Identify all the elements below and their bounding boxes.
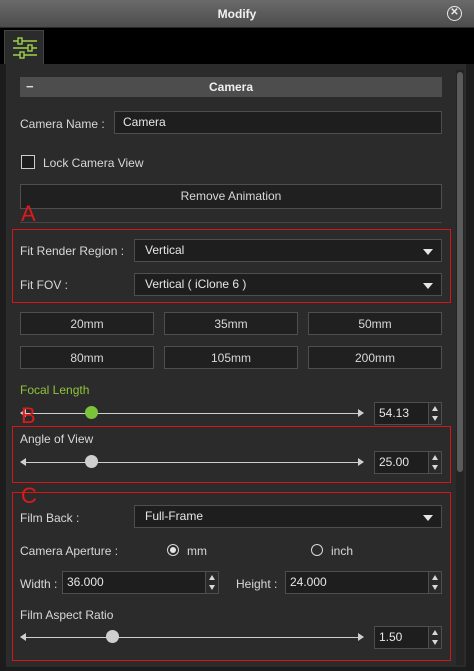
fit-render-region-dropdown[interactable]: Vertical [134, 239, 442, 262]
aperture-inch-radio[interactable] [311, 544, 323, 556]
width-value: 36.000 [67, 575, 104, 589]
annotation-letter-a: A [21, 201, 36, 226]
spin-down-icon[interactable] [209, 585, 215, 590]
focal-length-label: Focal Length [20, 383, 90, 397]
film-back-value: Full-Frame [145, 509, 204, 523]
focal-length-slider-track[interactable] [26, 413, 358, 414]
lens-80mm-button[interactable]: 80mm [20, 346, 154, 369]
lens-200mm-button[interactable]: 200mm [308, 346, 442, 369]
lens-50mm-button[interactable]: 50mm [308, 312, 442, 335]
lens-35mm-button[interactable]: 35mm [164, 312, 298, 335]
focal-length-slider-knob[interactable] [85, 406, 98, 419]
height-spinbox[interactable]: 24.000 [285, 571, 442, 594]
film-aspect-ratio-slider-knob[interactable] [106, 630, 119, 643]
film-aspect-ratio-spinbox[interactable]: 1.50 [374, 626, 442, 649]
fit-render-region-value: Vertical [145, 243, 185, 257]
chevron-down-icon [423, 249, 433, 255]
lens-105mm-button[interactable]: 105mm [164, 346, 298, 369]
tab-modify-settings[interactable] [4, 30, 44, 64]
focal-length-value: 54.13 [379, 406, 410, 420]
camera-name-input[interactable]: Camera [114, 111, 442, 134]
angle-of-view-value: 25.00 [379, 455, 410, 469]
spin-down-icon[interactable] [432, 585, 438, 590]
aperture-mm-label: mm [187, 544, 207, 558]
film-aspect-ratio-value: 1.50 [379, 630, 403, 644]
camera-aperture-label: Camera Aperture : [20, 544, 119, 558]
aperture-inch-label: inch [331, 544, 354, 558]
fit-render-region-label: Fit Render Region : [20, 244, 125, 258]
lock-camera-view-checkbox[interactable] [21, 155, 35, 169]
height-value: 24.000 [290, 575, 327, 589]
close-icon[interactable]: ✕ [447, 6, 462, 21]
spin-up-icon[interactable] [432, 406, 438, 411]
window-title: Modify [217, 7, 257, 21]
film-aspect-ratio-label: Film Aspect Ratio [20, 608, 114, 622]
spin-up-icon[interactable] [432, 455, 438, 460]
spin-up-icon[interactable] [432, 630, 438, 635]
chevron-down-icon [423, 515, 433, 521]
fit-fov-dropdown[interactable]: Vertical ( iClone 6 ) [134, 273, 442, 296]
remove-animation-button[interactable]: Remove Animation [20, 184, 442, 209]
film-back-label: Film Back : [20, 511, 80, 525]
section-title: Camera [208, 80, 254, 94]
camera-section-header[interactable]: − Camera [20, 77, 442, 97]
film-back-dropdown[interactable]: Full-Frame [134, 505, 442, 528]
angle-of-view-spinbox[interactable]: 25.00 [374, 451, 442, 474]
scrollbar-thumb[interactable] [457, 72, 463, 472]
angle-of-view-slider-knob[interactable] [85, 455, 98, 468]
angle-of-view-label: Angle of View [20, 432, 94, 446]
chevron-down-icon [423, 283, 433, 289]
sliders-icon [13, 37, 37, 59]
spin-down-icon[interactable] [432, 416, 438, 421]
divider [20, 222, 442, 223]
angle-of-view-slider-track[interactable] [26, 462, 358, 463]
spin-up-icon[interactable] [209, 575, 215, 580]
fit-fov-label: Fit FOV : [20, 278, 68, 292]
camera-name-label: Camera Name : [20, 117, 105, 131]
fit-fov-value: Vertical ( iClone 6 ) [145, 277, 247, 291]
film-aspect-ratio-slider-track[interactable] [26, 637, 358, 638]
spin-down-icon[interactable] [432, 640, 438, 645]
slider-right-arrow-icon[interactable] [358, 633, 364, 641]
lens-20mm-button[interactable]: 20mm [20, 312, 154, 335]
title-bar: Modify ✕ [0, 0, 474, 28]
aperture-mm-radio[interactable] [167, 544, 179, 556]
focal-length-spinbox[interactable]: 54.13 [374, 402, 442, 425]
slider-right-arrow-icon[interactable] [358, 409, 364, 417]
lock-camera-view-label: Lock Camera View [43, 156, 144, 170]
width-label: Width : [20, 577, 58, 591]
width-spinbox[interactable]: 36.000 [62, 571, 219, 594]
slider-right-arrow-icon[interactable] [358, 458, 364, 466]
tab-bar [0, 28, 474, 64]
height-label: Height : [236, 577, 278, 591]
spin-up-icon[interactable] [432, 575, 438, 580]
spin-down-icon[interactable] [432, 465, 438, 470]
